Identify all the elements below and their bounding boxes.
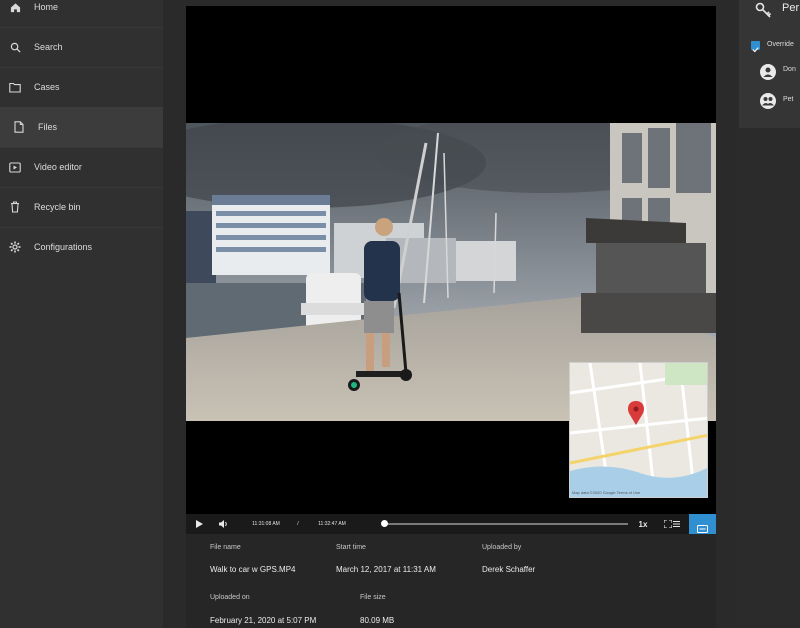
gear-icon — [8, 240, 22, 254]
file-icon — [12, 120, 26, 134]
file-size-label: File size — [360, 594, 386, 601]
video-player[interactable]: Map data ©2020 Google Terms of Use — [186, 6, 716, 514]
group-icon — [760, 93, 776, 109]
folder-icon — [8, 80, 22, 94]
home-icon — [8, 0, 22, 14]
sidebar-item-home[interactable]: Home — [0, 0, 163, 27]
captions-button[interactable] — [689, 514, 716, 534]
sidebar-item-video-editor[interactable]: Video editor — [0, 147, 163, 187]
video-editor-icon — [8, 160, 22, 174]
sidebar-item-search[interactable]: Search — [0, 27, 163, 67]
volume-button[interactable] — [216, 514, 232, 534]
trash-icon — [8, 200, 22, 214]
override-checkbox[interactable] — [751, 41, 760, 53]
gps-map-overlay[interactable]: Map data ©2020 Google Terms of Use — [569, 362, 708, 498]
key-icon — [755, 2, 773, 23]
uploaded-by-value: Derek Schaffer — [482, 565, 536, 574]
user-icon — [760, 64, 776, 80]
uploaded-on-label: Uploaded on — [210, 594, 250, 601]
player-controls: 11:31:08 AM / 11:32:47 AM 1x — [186, 514, 716, 534]
right-background — [737, 128, 800, 628]
user-name: Don — [783, 66, 796, 73]
sidebar-item-configurations[interactable]: Configurations — [0, 227, 163, 267]
sidebar-item-recycle-bin[interactable]: Recycle bin — [0, 187, 163, 227]
sidebar-item-label: Cases — [34, 82, 60, 92]
search-icon — [8, 40, 22, 54]
end-time: 11:32:47 AM — [318, 521, 346, 527]
time-separator: / — [297, 521, 299, 527]
map-attribution: Map data ©2020 Google Terms of Use — [572, 490, 641, 495]
sidebar-item-files[interactable]: Files — [0, 107, 163, 147]
file-metadata: File name Walk to car w GPS.MP4 Start ti… — [186, 534, 716, 628]
file-size-value: 80.09 MB — [360, 616, 395, 625]
speed-label: 1x — [638, 519, 648, 529]
permissions-title: Per — [782, 2, 800, 14]
override-label: Override — [767, 41, 794, 48]
volume-icon — [219, 515, 229, 533]
play-icon — [195, 515, 203, 533]
sidebar-item-label: Recycle bin — [34, 202, 81, 212]
main-content: Map data ©2020 Google Terms of Use 11:31… — [163, 0, 737, 628]
sidebar-item-label: Files — [38, 122, 58, 132]
sidebar: Home Search Cases Files Video editor Rec… — [0, 0, 163, 628]
permissions-panel: Per Override Don Pet — [739, 0, 800, 128]
play-button[interactable] — [192, 514, 206, 534]
sidebar-item-label: Home — [34, 2, 59, 12]
start-time-value: March 12, 2017 at 11:31 AM — [336, 565, 436, 574]
file-name-label: File name — [210, 544, 241, 551]
sidebar-item-label: Configurations — [34, 242, 93, 252]
file-name-value: Walk to car w GPS.MP4 — [210, 565, 296, 574]
seek-bar[interactable] — [384, 523, 628, 525]
current-time: 11:31:08 AM — [252, 521, 280, 527]
seek-handle[interactable] — [381, 520, 388, 527]
speed-button[interactable]: 1x — [635, 514, 651, 534]
uploaded-on-value: February 21, 2020 at 5:07 PM — [210, 616, 317, 625]
start-time-label: Start time — [336, 544, 366, 551]
sidebar-item-label: Search — [34, 42, 63, 52]
group-name: Pet — [783, 96, 794, 103]
menu-icon — [672, 515, 680, 533]
sidebar-item-cases[interactable]: Cases — [0, 67, 163, 107]
sidebar-item-label: Video editor — [34, 162, 82, 172]
app-window: Home Search Cases Files Video editor Rec… — [0, 0, 800, 628]
uploaded-by-label: Uploaded by — [482, 544, 522, 551]
menu-button[interactable] — [670, 514, 682, 534]
